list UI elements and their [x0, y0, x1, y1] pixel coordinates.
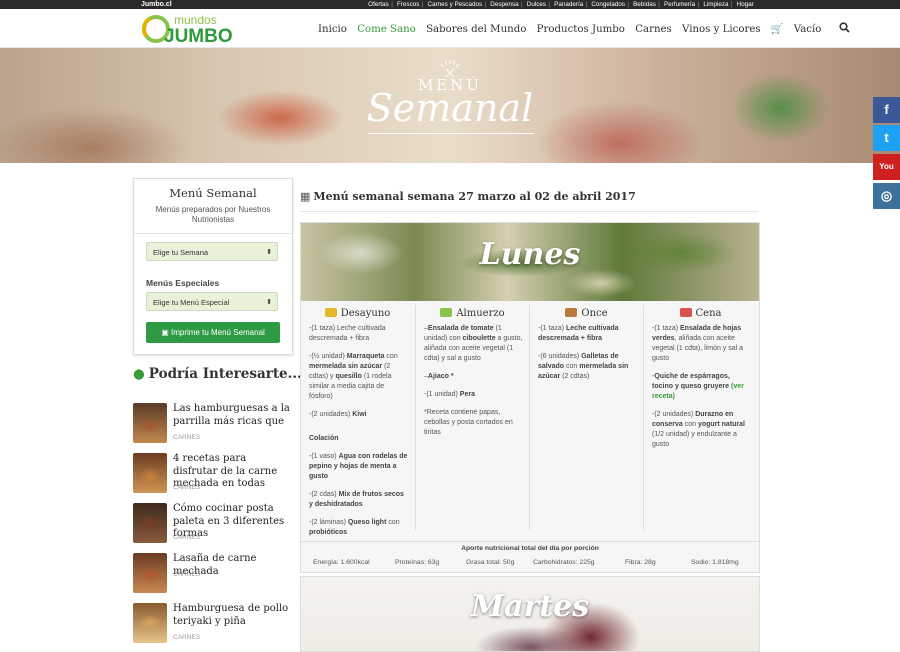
top-link-panaderia[interactable]: Panadería — [554, 1, 583, 8]
meal-heading: Almuerzo — [416, 308, 529, 319]
article-thumbnail[interactable] — [133, 503, 167, 543]
meal-heading: Once — [530, 308, 643, 319]
cart-icon: 🛒 — [770, 24, 784, 35]
meal-body: -(1 taza) Leche cultivada descremada + f… — [538, 325, 629, 380]
top-link-limpieza[interactable]: Limpieza — [703, 1, 728, 8]
globe-icon: ● — [133, 366, 145, 382]
nav-inicio[interactable]: Inicio — [318, 24, 347, 35]
lunch-icon — [440, 308, 453, 317]
top-link-dulces[interactable]: Dulces — [527, 1, 546, 8]
nutrition-energy: Energía: 1.600kcal — [313, 559, 370, 566]
day-name: Lunes — [479, 237, 581, 272]
nutrition-protein: Proteínas: 63g — [395, 559, 440, 566]
meal-body: -(1 taza) Leche cultivada descremada + f… — [309, 325, 408, 536]
week-select-value: Elige tu Semana — [153, 248, 209, 257]
search-icon[interactable] — [839, 22, 850, 35]
svg-text:mundos: mundos — [174, 13, 217, 27]
jumbo-brand-link[interactable]: Jumbo.cl — [141, 0, 172, 9]
calendar-icon: ▦ — [300, 190, 311, 203]
top-link-carnes-pescados[interactable]: Carnes y Pescados — [428, 1, 483, 8]
meal-heading: Cena — [644, 308, 757, 319]
once-icon — [565, 308, 578, 317]
article-thumbnail[interactable] — [133, 453, 167, 493]
page-title-text: Menú semanal semana 27 marzo al 02 de ab… — [313, 190, 636, 203]
meal-heading: Desayuno — [301, 308, 414, 319]
interest-title-text: Podría Interesarte... — [148, 366, 302, 382]
nutrition-fiber: Fibra: 28g — [625, 559, 656, 566]
nav-come-sano[interactable]: Come Sano — [357, 24, 416, 35]
print-menu-button[interactable]: ▣ Imprime tu Menú Semanal — [146, 322, 280, 343]
nutrition-carbs: Carbohidratos: 225g — [533, 559, 595, 566]
top-links: Ofertas | Frescos | Carnes y Pescados | Des… — [368, 1, 754, 8]
article-category: CARNES — [173, 434, 201, 441]
day-banner-image: Lunes — [301, 223, 759, 301]
breakfast-icon — [324, 308, 337, 317]
nav-carnes[interactable]: Carnes — [635, 24, 672, 35]
top-link-perfumeria[interactable]: Perfumería — [664, 1, 695, 8]
day-name: Martes — [470, 589, 590, 624]
top-link-hogar[interactable]: Hogar — [737, 1, 754, 8]
article-title[interactable]: Las hamburguesas a la parrilla más ricas… — [173, 403, 293, 428]
article-thumbnail[interactable] — [133, 553, 167, 593]
special-menu-select[interactable]: Elige tu Menú Especial ⬍ — [146, 292, 278, 311]
article-category: CARNES — [173, 484, 201, 491]
select-arrows-icon: ⬍ — [266, 299, 272, 306]
divider — [134, 233, 292, 234]
dinner-icon — [679, 308, 692, 317]
select-arrows-icon: ⬍ — [266, 249, 272, 256]
print-icon: ▣ — [161, 328, 169, 337]
top-link-congelados[interactable]: Congelados — [591, 1, 625, 8]
article-thumbnail[interactable] — [133, 403, 167, 443]
meal-column-almuerzo: Almuerzo –Ensalada de tomate (1 unidad) … — [416, 303, 529, 538]
top-link-despensa[interactable]: Despensa — [490, 1, 518, 8]
nutrition-fat: Grasa total: 50g — [466, 559, 515, 566]
main-nav: mundos JUMBO Inicio Come Sano Sabores de… — [0, 9, 900, 48]
meal-body: –Ensalada de tomate (1 unidad) con cibou… — [424, 325, 523, 436]
top-link-bebidas[interactable]: Bebidas — [633, 1, 656, 8]
article-category: CARNES — [173, 634, 201, 641]
nav-vinos-licores[interactable]: Vinos y Licores — [682, 24, 761, 35]
svg-text:JUMBO: JUMBO — [164, 26, 233, 45]
youtube-icon[interactable]: You — [873, 154, 900, 180]
nav-menu: Inicio Come Sano Sabores del Mundo Produ… — [318, 22, 857, 35]
cart-label: Vacío — [793, 24, 822, 35]
top-link-ofertas[interactable]: Ofertas — [368, 1, 389, 8]
day-card-martes: Martes — [300, 576, 760, 652]
article-category: CARNES — [173, 571, 201, 578]
instagram-icon[interactable]: ◎ — [873, 183, 900, 209]
hero-divider — [368, 133, 534, 134]
menu-semanal-box: Menú Semanal Menús preparados por Nuestr… — [133, 178, 293, 355]
top-bar: Jumbo.cl Ofertas | Frescos | Carnes y Pesc… — [0, 0, 900, 9]
meal-column-desayuno: Desayuno -(1 taza) Leche cultivada descr… — [301, 303, 414, 538]
cart-button[interactable]: 🛒 Vacío — [771, 24, 829, 35]
interest-heading: ● Podría Interesarte... — [133, 366, 302, 382]
nav-productos-jumbo[interactable]: Productos Jumbo — [537, 24, 625, 35]
special-select-value: Elige tu Menú Especial — [153, 298, 230, 307]
twitter-icon[interactable]: t — [873, 125, 900, 151]
top-link-frescos[interactable]: Frescos — [397, 1, 419, 8]
mundos-jumbo-logo[interactable]: mundos JUMBO — [141, 11, 253, 45]
meal-column-once: Once -(1 taza) Leche cultivada descremad… — [530, 303, 643, 538]
print-button-label: Imprime tu Menú Semanal — [170, 328, 265, 337]
hero-semanal-text: Semanal — [366, 86, 534, 130]
day-card-lunes: Lunes Desayuno -(1 taza) Leche cultivada… — [300, 222, 760, 573]
facebook-icon[interactable]: f — [873, 97, 900, 123]
meal-column-cena: Cena -(1 taza) Ensalada de hojas verdes,… — [644, 303, 757, 538]
article-category: CARNES — [173, 534, 201, 541]
week-select[interactable]: Elige tu Semana ⬍ — [146, 242, 278, 261]
special-menus-label: Menús Especiales — [146, 278, 220, 288]
nutrition-sodium: Sodio: 1.818mg — [691, 559, 739, 566]
nutrition-summary: Aporte nutricional total del día por por… — [301, 541, 759, 573]
page-title: ▦ Menú semanal semana 27 marzo al 02 de a… — [300, 190, 636, 203]
article-thumbnail[interactable] — [133, 603, 167, 643]
divider — [300, 211, 758, 212]
article-title[interactable]: Hamburguesa de pollo teriyaki y piña — [173, 603, 293, 628]
sidebar-title: Menú Semanal — [169, 186, 257, 200]
hero-banner: MENÚ Semanal — [0, 48, 900, 163]
sidebar-subtitle: Menús preparados por Nuestros Nutrionist… — [155, 205, 271, 224]
fork-knife-icon — [440, 60, 460, 78]
meal-body: -(1 taza) Ensalada de hojas verdes, aliñ… — [652, 325, 745, 448]
nav-sabores-del-mundo[interactable]: Sabores del Mundo — [426, 24, 526, 35]
nutrition-title: Aporte nutricional total del día por por… — [461, 545, 599, 552]
